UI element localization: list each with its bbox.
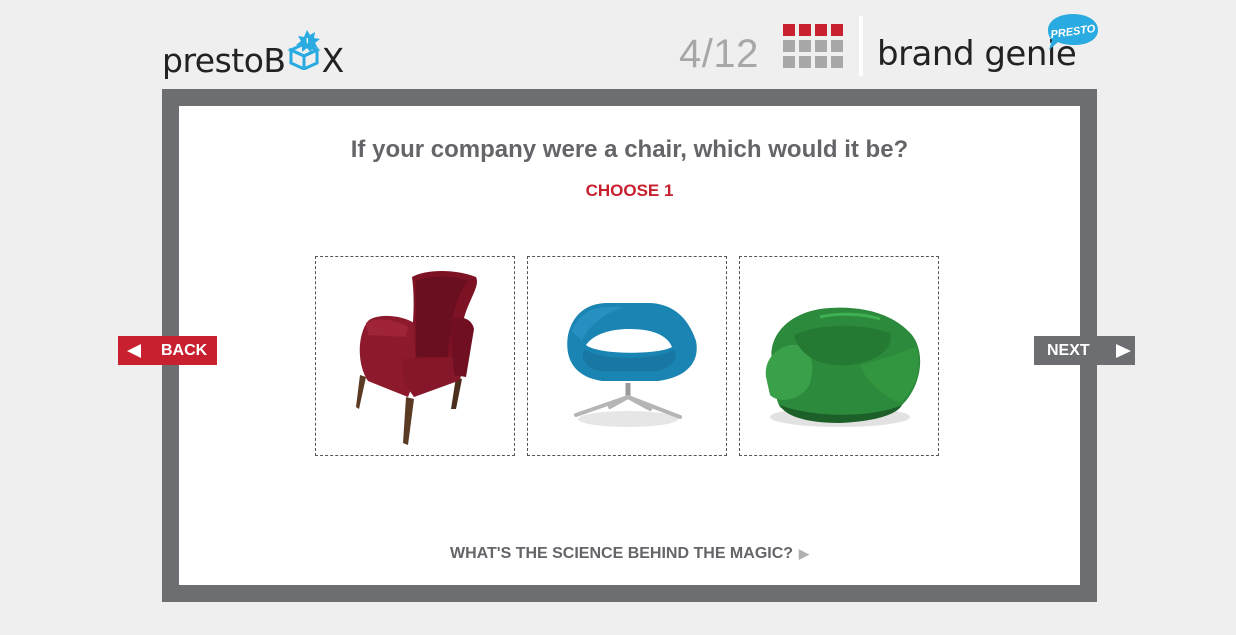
progress-cell	[799, 24, 811, 36]
progress-cell	[783, 40, 795, 52]
progress-cell	[783, 56, 795, 68]
science-link-label: WHAT'S THE SCIENCE BEHIND THE MAGIC?	[449, 545, 794, 562]
quiz-panel: If your company were a chair, which woul…	[179, 106, 1080, 585]
arrow-left-icon	[127, 343, 141, 358]
choose-instruction: CHOOSE 1	[585, 181, 674, 200]
option-beanbag[interactable]	[739, 256, 939, 456]
progress-cell	[831, 40, 843, 52]
progress-counter: 4/12	[679, 32, 759, 76]
presto-badge-icon: PRESTO	[1046, 12, 1100, 54]
back-button-label: BACK	[161, 341, 208, 359]
progress-cell	[799, 56, 811, 68]
back-button[interactable]: BACK	[118, 336, 217, 365]
question-text: If your company were a chair, which woul…	[350, 136, 909, 163]
option-modern-chair[interactable]	[527, 256, 727, 456]
armchair-red-velvet-icon	[356, 271, 478, 445]
next-button[interactable]: NEXT	[1034, 336, 1135, 365]
progress-cell	[815, 24, 827, 36]
header-divider	[859, 16, 863, 76]
progress-cell	[815, 40, 827, 52]
beanbag-green-icon	[765, 307, 921, 427]
arrow-right-icon	[1115, 343, 1131, 358]
box-icon: !	[286, 30, 321, 78]
prestobox-logo: presto B ! X	[162, 30, 345, 80]
logo-text-b: B	[263, 41, 286, 80]
option-armchair[interactable]	[315, 256, 515, 456]
logo-text-presto: presto	[162, 41, 264, 80]
play-arrow-icon: ▶	[799, 546, 810, 561]
progress-grid-icon	[783, 24, 845, 72]
chair-blue-modern-icon	[567, 303, 697, 427]
next-button-label: NEXT	[1047, 341, 1090, 359]
quiz-frame: If your company were a chair, which woul…	[162, 89, 1097, 602]
science-link[interactable]: WHAT'S THE SCIENCE BEHIND THE MAGIC? ▶	[179, 545, 1080, 563]
logo-text-x: X	[321, 41, 345, 80]
progress-cell	[799, 40, 811, 52]
progress-cell	[815, 56, 827, 68]
progress-cell	[831, 24, 843, 36]
progress-cell	[783, 24, 795, 36]
progress-cell	[831, 56, 843, 68]
